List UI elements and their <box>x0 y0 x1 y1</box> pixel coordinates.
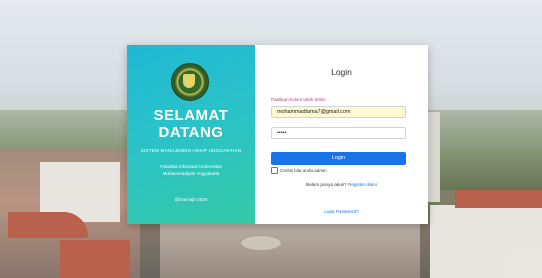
login-page: SELAMAT DATANG SISTEM MANAJEMEN ARSIP UN… <box>0 0 542 278</box>
welcome-panel: SELAMAT DATANG SISTEM MANAJEMEN ARSIP UN… <box>127 45 255 224</box>
institution-line-2: Muhammadiyah Yogyakarta <box>162 171 220 176</box>
register-prompt: Belum punya akun? Register disini <box>255 182 428 187</box>
password-field[interactable]: ••••• <box>271 127 406 139</box>
email-field[interactable]: mohammadtama7@gmail.com <box>271 106 406 118</box>
register-link[interactable]: Register disini <box>348 182 377 187</box>
login-form-panel: Login Pastikan kolom telah terisi! moham… <box>255 45 428 224</box>
welcome-line-1: SELAMAT <box>153 107 229 124</box>
admin-checkbox[interactable] <box>271 167 278 175</box>
login-title: Login <box>331 67 352 77</box>
app-subtitle: SISTEM MANAJEMEN ARSIP UNGGANTIAN <box>140 148 242 153</box>
admin-checkbox-row[interactable]: Centsi bila anda admin <box>271 167 327 175</box>
login-card: SELAMAT DATANG SISTEM MANAJEMEN ARSIP UN… <box>127 45 428 224</box>
admin-checkbox-label: Centsi bila anda admin <box>280 168 327 173</box>
forgot-password-link[interactable]: Lupa Password? <box>255 209 428 214</box>
institution-line-1: Fakultas Informasi Universitas <box>160 164 222 169</box>
university-logo-icon <box>171 63 209 101</box>
login-button[interactable]: Login <box>271 152 406 165</box>
no-account-text: Belum punya akun? <box>306 182 347 187</box>
logo-emblem <box>183 74 195 88</box>
welcome-line-2: DATANG <box>158 124 224 141</box>
form-hint: Pastikan kolom telah terisi! <box>271 97 326 102</box>
welcome-heading: SELAMAT DATANG <box>127 107 255 141</box>
institution-name: Fakultas Informasi Universitas Muhammadi… <box>137 163 245 177</box>
copyright-text: @Samiajh 2020 <box>174 197 208 202</box>
